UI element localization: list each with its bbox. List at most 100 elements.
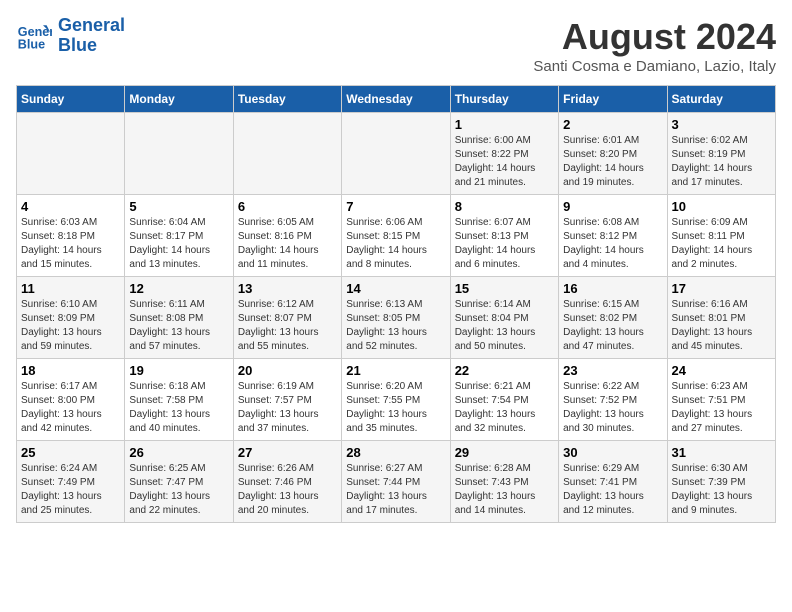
cell-info: Sunrise: 6:17 AM Sunset: 8:00 PM Dayligh…	[21, 380, 120, 436]
day-number: 17	[672, 281, 771, 296]
calendar-cell: 18 Sunrise: 6:17 AM Sunset: 8:00 PM Dayli…	[17, 359, 125, 441]
calendar-cell: 19Sunrise: 6:18 AM Sunset: 7:58 PM Dayli…	[125, 359, 233, 441]
day-number: 12	[129, 281, 228, 296]
weekday-header-row: SundayMondayTuesdayWednesdayThursdayFrid…	[17, 86, 776, 113]
day-number: 28	[346, 445, 445, 460]
cell-info: Sunrise: 6:06 AM Sunset: 8:15 PM Dayligh…	[346, 216, 445, 272]
weekday-header-tuesday: Tuesday	[233, 86, 341, 113]
calendar-week-row: 18 Sunrise: 6:17 AM Sunset: 8:00 PM Dayli…	[17, 359, 776, 441]
day-number: 10	[672, 199, 771, 214]
svg-text:Blue: Blue	[18, 37, 45, 51]
cell-info: Sunrise: 6:05 AM Sunset: 8:16 PM Dayligh…	[238, 216, 337, 272]
calendar-week-row: 1Sunrise: 6:00 AM Sunset: 8:22 PM Daylig…	[17, 113, 776, 195]
cell-info: Sunrise: 6:22 AM Sunset: 7:52 PM Dayligh…	[563, 380, 662, 436]
title-block: August 2024 Santi Cosma e Damiano, Lazio…	[533, 16, 776, 75]
calendar-cell: 17 Sunrise: 6:16 AM Sunset: 8:01 PM Dayli…	[667, 277, 775, 359]
day-number: 6	[238, 199, 337, 214]
weekday-header-saturday: Saturday	[667, 86, 775, 113]
day-number: 11	[21, 281, 120, 296]
day-number: 18	[21, 363, 120, 378]
day-number: 30	[563, 445, 662, 460]
cell-info: Sunrise: 6:04 AM Sunset: 8:17 PM Dayligh…	[129, 216, 228, 272]
cell-info: Sunrise: 6:12 AM Sunset: 8:07 PM Dayligh…	[238, 298, 337, 354]
calendar-cell: 15Sunrise: 6:14 AM Sunset: 8:04 PM Dayli…	[450, 277, 558, 359]
calendar-cell: 2Sunrise: 6:01 AM Sunset: 8:20 PM Daylig…	[559, 113, 667, 195]
day-number: 23	[563, 363, 662, 378]
day-number: 25	[21, 445, 120, 460]
day-number: 22	[455, 363, 554, 378]
calendar-cell: 7 Sunrise: 6:06 AM Sunset: 8:15 PM Daylig…	[342, 195, 450, 277]
calendar-cell: 3 Sunrise: 6:02 AM Sunset: 8:19 PM Daylig…	[667, 113, 775, 195]
calendar-cell: 12 Sunrise: 6:11 AM Sunset: 8:08 PM Dayli…	[125, 277, 233, 359]
month-year: August 2024	[533, 16, 776, 58]
calendar-cell: 14 Sunrise: 6:13 AM Sunset: 8:05 PM Dayli…	[342, 277, 450, 359]
cell-info: Sunrise: 6:02 AM Sunset: 8:19 PM Dayligh…	[672, 134, 771, 190]
weekday-header-friday: Friday	[559, 86, 667, 113]
day-number: 2	[563, 117, 662, 132]
cell-info: Sunrise: 6:18 AM Sunset: 7:58 PM Dayligh…	[129, 380, 228, 436]
calendar-cell: 21 Sunrise: 6:20 AM Sunset: 7:55 PM Dayli…	[342, 359, 450, 441]
day-number: 16	[563, 281, 662, 296]
cell-info: Sunrise: 6:26 AM Sunset: 7:46 PM Dayligh…	[238, 462, 337, 518]
calendar-cell: 27 Sunrise: 6:26 AM Sunset: 7:46 PM Dayli…	[233, 441, 341, 523]
day-number: 9	[563, 199, 662, 214]
cell-info: Sunrise: 6:27 AM Sunset: 7:44 PM Dayligh…	[346, 462, 445, 518]
cell-info: Sunrise: 6:23 AM Sunset: 7:51 PM Dayligh…	[672, 380, 771, 436]
cell-info: Sunrise: 6:21 AM Sunset: 7:54 PM Dayligh…	[455, 380, 554, 436]
cell-info: Sunrise: 6:25 AM Sunset: 7:47 PM Dayligh…	[129, 462, 228, 518]
day-number: 4	[21, 199, 120, 214]
weekday-header-thursday: Thursday	[450, 86, 558, 113]
day-number: 20	[238, 363, 337, 378]
calendar-table: SundayMondayTuesdayWednesdayThursdayFrid…	[16, 85, 776, 523]
logo-icon: General Blue	[16, 18, 52, 54]
calendar-cell: 10 Sunrise: 6:09 AM Sunset: 8:11 PM Dayli…	[667, 195, 775, 277]
logo-line2: Blue	[58, 35, 97, 55]
calendar-cell: 9 Sunrise: 6:08 AM Sunset: 8:12 PM Daylig…	[559, 195, 667, 277]
cell-info: Sunrise: 6:15 AM Sunset: 8:02 PM Dayligh…	[563, 298, 662, 354]
day-number: 29	[455, 445, 554, 460]
day-number: 8	[455, 199, 554, 214]
page-header: General Blue General Blue August 2024 Sa…	[16, 16, 776, 75]
cell-info: Sunrise: 6:13 AM Sunset: 8:05 PM Dayligh…	[346, 298, 445, 354]
day-number: 5	[129, 199, 228, 214]
day-number: 26	[129, 445, 228, 460]
cell-info: Sunrise: 6:29 AM Sunset: 7:41 PM Dayligh…	[563, 462, 662, 518]
calendar-cell: 25 Sunrise: 6:24 AM Sunset: 7:49 PM Dayli…	[17, 441, 125, 523]
cell-info: Sunrise: 6:08 AM Sunset: 8:12 PM Dayligh…	[563, 216, 662, 272]
location: Santi Cosma e Damiano, Lazio, Italy	[533, 58, 776, 75]
day-number: 24	[672, 363, 771, 378]
calendar-cell	[125, 113, 233, 195]
day-number: 27	[238, 445, 337, 460]
cell-info: Sunrise: 6:20 AM Sunset: 7:55 PM Dayligh…	[346, 380, 445, 436]
calendar-cell: 16 Sunrise: 6:15 AM Sunset: 8:02 PM Dayli…	[559, 277, 667, 359]
cell-info: Sunrise: 6:16 AM Sunset: 8:01 PM Dayligh…	[672, 298, 771, 354]
cell-info: Sunrise: 6:24 AM Sunset: 7:49 PM Dayligh…	[21, 462, 120, 518]
day-number: 3	[672, 117, 771, 132]
calendar-cell	[342, 113, 450, 195]
calendar-cell: 4Sunrise: 6:03 AM Sunset: 8:18 PM Daylig…	[17, 195, 125, 277]
calendar-cell: 24 Sunrise: 6:23 AM Sunset: 7:51 PM Dayli…	[667, 359, 775, 441]
calendar-week-row: 11Sunrise: 6:10 AM Sunset: 8:09 PM Dayli…	[17, 277, 776, 359]
calendar-cell: 23 Sunrise: 6:22 AM Sunset: 7:52 PM Dayli…	[559, 359, 667, 441]
cell-info: Sunrise: 6:07 AM Sunset: 8:13 PM Dayligh…	[455, 216, 554, 272]
day-number: 14	[346, 281, 445, 296]
cell-info: Sunrise: 6:09 AM Sunset: 8:11 PM Dayligh…	[672, 216, 771, 272]
day-number: 7	[346, 199, 445, 214]
cell-info: Sunrise: 6:11 AM Sunset: 8:08 PM Dayligh…	[129, 298, 228, 354]
logo: General Blue General Blue	[16, 16, 125, 56]
calendar-cell: 26 Sunrise: 6:25 AM Sunset: 7:47 PM Dayli…	[125, 441, 233, 523]
cell-info: Sunrise: 6:19 AM Sunset: 7:57 PM Dayligh…	[238, 380, 337, 436]
calendar-week-row: 25 Sunrise: 6:24 AM Sunset: 7:49 PM Dayli…	[17, 441, 776, 523]
day-number: 21	[346, 363, 445, 378]
calendar-cell: 22 Sunrise: 6:21 AM Sunset: 7:54 PM Dayli…	[450, 359, 558, 441]
calendar-cell: 30 Sunrise: 6:29 AM Sunset: 7:41 PM Dayli…	[559, 441, 667, 523]
calendar-week-row: 4Sunrise: 6:03 AM Sunset: 8:18 PM Daylig…	[17, 195, 776, 277]
calendar-cell: 11Sunrise: 6:10 AM Sunset: 8:09 PM Dayli…	[17, 277, 125, 359]
calendar-cell: 13 Sunrise: 6:12 AM Sunset: 8:07 PM Dayli…	[233, 277, 341, 359]
calendar-cell: 31Sunrise: 6:30 AM Sunset: 7:39 PM Dayli…	[667, 441, 775, 523]
cell-info: Sunrise: 6:30 AM Sunset: 7:39 PM Dayligh…	[672, 462, 771, 518]
weekday-header-wednesday: Wednesday	[342, 86, 450, 113]
day-number: 13	[238, 281, 337, 296]
calendar-cell: 8 Sunrise: 6:07 AM Sunset: 8:13 PM Daylig…	[450, 195, 558, 277]
calendar-cell: 20 Sunrise: 6:19 AM Sunset: 7:57 PM Dayli…	[233, 359, 341, 441]
